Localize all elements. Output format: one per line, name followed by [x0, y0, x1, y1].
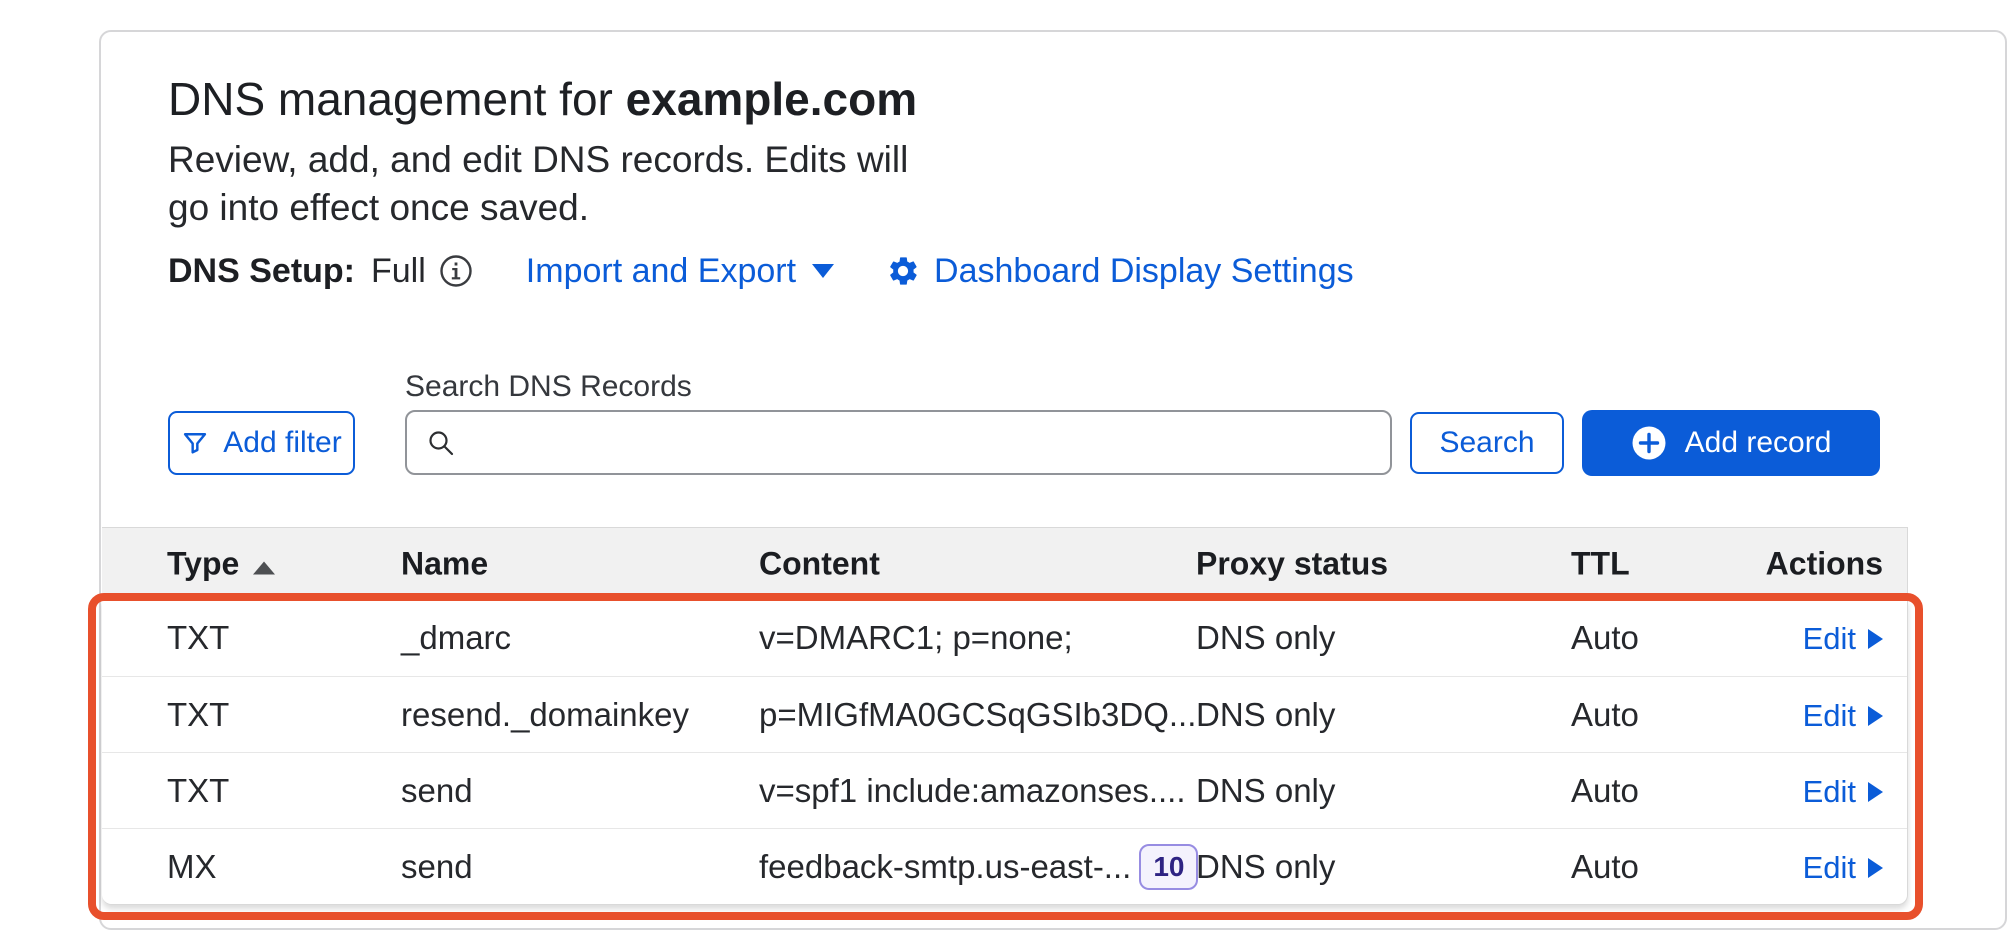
cell-content: v=spf1 include:amazonses....	[759, 772, 1186, 810]
cell-ttl: Auto	[1571, 619, 1639, 657]
search-button[interactable]: Search	[1410, 412, 1564, 474]
add-filter-label: Add filter	[223, 426, 341, 460]
mx-priority-badge: 10	[1139, 844, 1198, 890]
column-header-proxy-status: Proxy status	[1196, 545, 1388, 582]
table-body: TXT _dmarc v=DMARC1; p=none; DNS only Au…	[102, 600, 1908, 905]
cell-ttl: Auto	[1571, 772, 1639, 810]
page-subtitle-line1: Review, add, and edit DNS records. Edits…	[168, 136, 908, 184]
cell-content: feedback-smtp.us-east-...10	[759, 844, 1198, 890]
cell-proxy-status: DNS only	[1196, 619, 1335, 657]
cell-ttl: Auto	[1571, 848, 1639, 886]
table-header-row: Type Name Content Proxy status TTL Actio…	[102, 527, 1908, 600]
chevron-right-icon	[1868, 858, 1883, 878]
edit-record-link[interactable]: Edit	[1803, 850, 1883, 886]
filter-icon	[181, 429, 209, 457]
column-header-actions: Actions	[1766, 545, 1883, 582]
edit-record-link[interactable]: Edit	[1803, 774, 1883, 810]
cell-name: _dmarc	[401, 619, 511, 657]
sort-ascending-icon	[253, 561, 275, 574]
cell-proxy-status: DNS only	[1196, 696, 1335, 734]
table-row[interactable]: TXT resend._domainkey p=MIGfMA0GCSqGSIb3…	[102, 676, 1907, 752]
cell-proxy-status: DNS only	[1196, 772, 1335, 810]
dns-management-card: DNS management for example.com Review, a…	[99, 30, 2007, 930]
table-row[interactable]: MX send feedback-smtp.us-east-...10 DNS …	[102, 828, 1907, 904]
search-button-label: Search	[1439, 426, 1534, 460]
column-header-type[interactable]: Type	[167, 545, 275, 582]
add-record-label: Add record	[1685, 426, 1832, 460]
column-header-name: Name	[401, 545, 488, 582]
cell-type: TXT	[167, 696, 229, 734]
gear-icon	[886, 254, 920, 288]
column-header-content: Content	[759, 545, 880, 582]
cell-content: v=DMARC1; p=none;	[759, 619, 1073, 657]
chevron-right-icon	[1868, 706, 1883, 726]
search-dns-records-box[interactable]	[405, 410, 1392, 475]
controls-row: Add filter Search Add record	[101, 410, 2005, 476]
dns-setup-value: Full	[371, 252, 426, 291]
cell-name: send	[401, 848, 473, 886]
chevron-down-icon	[812, 264, 834, 278]
plus-icon	[1631, 425, 1667, 461]
cell-type: TXT	[167, 619, 229, 657]
edit-record-link[interactable]: Edit	[1803, 621, 1883, 657]
info-icon[interactable]	[438, 253, 474, 289]
cell-type: TXT	[167, 772, 229, 810]
cell-type: MX	[167, 848, 217, 886]
dns-records-table: Type Name Content Proxy status TTL Actio…	[102, 527, 1908, 905]
table-row[interactable]: TXT _dmarc v=DMARC1; p=none; DNS only Au…	[102, 600, 1907, 676]
page-title: DNS management for example.com	[168, 72, 917, 126]
edit-record-link[interactable]: Edit	[1803, 698, 1883, 734]
page-subtitle: Review, add, and edit DNS records. Edits…	[168, 136, 908, 232]
chevron-right-icon	[1868, 782, 1883, 802]
dashboard-display-settings-label: Dashboard Display Settings	[934, 252, 1354, 291]
cell-name: resend._domainkey	[401, 696, 689, 734]
page-title-domain: example.com	[626, 73, 917, 125]
add-record-button[interactable]: Add record	[1582, 410, 1880, 476]
search-input[interactable]	[471, 412, 1372, 473]
cell-ttl: Auto	[1571, 696, 1639, 734]
import-export-label: Import and Export	[526, 252, 796, 291]
chevron-right-icon	[1868, 629, 1883, 649]
cell-proxy-status: DNS only	[1196, 848, 1335, 886]
search-icon	[425, 427, 457, 459]
add-filter-button[interactable]: Add filter	[168, 411, 355, 475]
search-dns-records-label: Search DNS Records	[405, 370, 692, 404]
column-header-ttl: TTL	[1571, 545, 1630, 582]
table-row[interactable]: TXT send v=spf1 include:amazonses.... DN…	[102, 752, 1907, 828]
dns-setup-row: DNS Setup: Full Import and Export Dashbo…	[168, 248, 1354, 294]
cell-name: send	[401, 772, 473, 810]
page-subtitle-line2: go into effect once saved.	[168, 184, 908, 232]
import-export-link[interactable]: Import and Export	[526, 252, 834, 291]
dns-setup-label: DNS Setup:	[168, 252, 355, 291]
dashboard-display-settings-link[interactable]: Dashboard Display Settings	[886, 252, 1354, 291]
cell-content: p=MIGfMA0GCSqGSIb3DQ...	[759, 696, 1196, 734]
page-title-prefix: DNS management for	[168, 73, 626, 125]
